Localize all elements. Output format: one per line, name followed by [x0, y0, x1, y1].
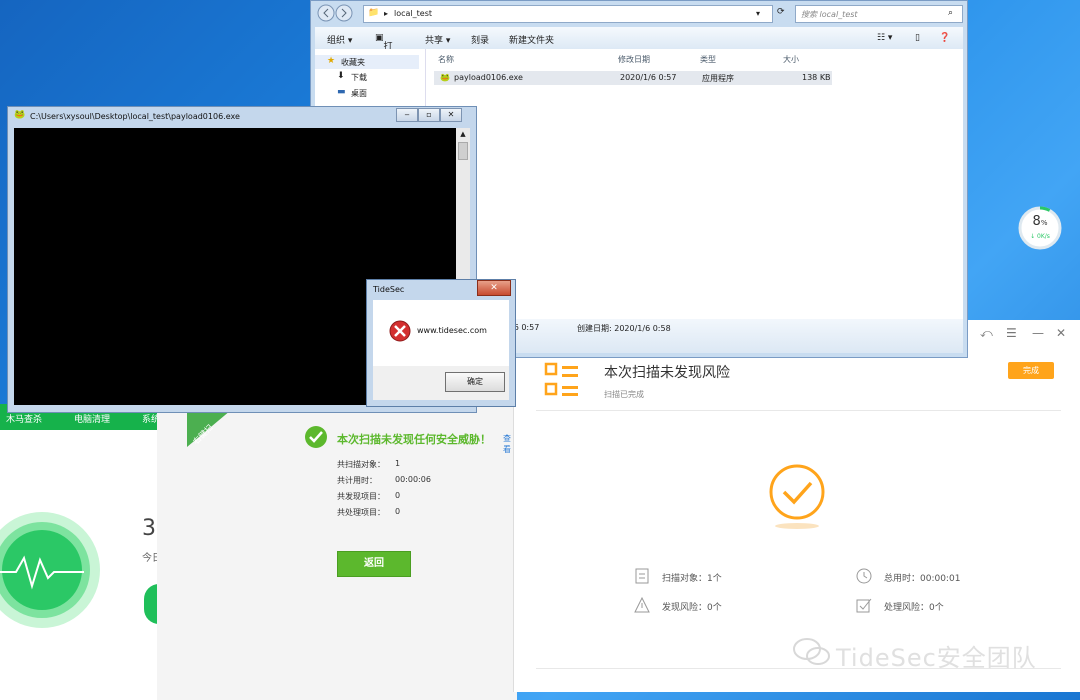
- menu-pc-clean[interactable]: 电脑清理: [74, 412, 110, 425]
- done-button[interactable]: 完成: [1008, 362, 1054, 379]
- scroll-up-icon[interactable]: ▲: [458, 130, 468, 140]
- divider: [536, 410, 1061, 411]
- close-icon[interactable]: ✕: [1056, 326, 1066, 340]
- net-speed: ↓ 0K/s: [1030, 233, 1050, 240]
- warning-icon: [634, 597, 650, 613]
- preview-pane-icon[interactable]: ▯: [915, 33, 920, 43]
- stat-found: 发现风险：0个: [634, 597, 722, 613]
- speed-gadget[interactable]: 8% ↓ 0K/s: [1018, 206, 1062, 250]
- edit-check-icon: [856, 598, 872, 613]
- scan-row-found: 共发现项目： 0: [337, 491, 401, 501]
- file-row[interactable]: 🐸 payload0106.exe 2020/1/6 0:57 应用程序 138…: [434, 71, 832, 85]
- column-size[interactable]: 大小: [783, 54, 799, 65]
- exe-icon: 🐸: [14, 110, 26, 120]
- watermark-text: TideSec安全团队: [836, 644, 1037, 672]
- error-icon: [389, 320, 411, 342]
- address-bar[interactable]: 📁 ▸ local_test ▾: [363, 5, 773, 23]
- clock-icon: [856, 568, 872, 584]
- open-button[interactable]: ▣ 打开: [375, 33, 393, 65]
- back-button[interactable]: 返回: [337, 551, 411, 577]
- stat-scanned: 扫描对象：1个: [635, 568, 722, 584]
- menu-icon[interactable]: ☰: [1006, 326, 1017, 340]
- minimize-button[interactable]: ‒: [396, 108, 418, 122]
- scan-row-handled: 共处理项目： 0: [337, 507, 401, 517]
- message-box: TideSec ✕ www.tidesec.com 确定: [366, 279, 516, 407]
- view-options-icon[interactable]: ☷ ▾: [877, 33, 892, 43]
- file-size: 138 KB: [802, 73, 831, 82]
- file-name: payload0106.exe: [454, 73, 523, 82]
- file-type: 应用程序: [702, 74, 734, 83]
- scan-row-time: 共计用时： 00:00:06: [337, 475, 431, 485]
- refresh-icon[interactable]: ⟳: [777, 7, 785, 17]
- details-created: 创建日期: 2020/1/6 0:58: [577, 324, 671, 333]
- success-check-icon: [305, 426, 327, 448]
- file-modified: 2020/1/6 0:57: [620, 73, 677, 82]
- msgbox-message: www.tidesec.com: [417, 326, 487, 335]
- organize-button[interactable]: 组织 ▾: [327, 33, 352, 46]
- new-folder-button[interactable]: 新建文件夹: [509, 33, 554, 46]
- explorer-toolbar: 组织 ▾ ▣ 打开 共享 ▾ 刻录 新建文件夹 ☷ ▾ ▯ ❓: [315, 27, 963, 65]
- help-icon[interactable]: ❓: [939, 33, 950, 43]
- msgbox-close-button[interactable]: ✕: [477, 280, 511, 296]
- column-name[interactable]: 名称: [438, 54, 454, 65]
- download-folder-icon: ⬇: [337, 71, 345, 81]
- msgbox-footer: 确定: [373, 366, 509, 400]
- share-button[interactable]: 共享 ▾: [425, 33, 450, 46]
- desktop-icon: ▬: [337, 87, 346, 97]
- cpu-percent: 8%: [1032, 214, 1048, 229]
- success-check-icon: [769, 464, 825, 529]
- document-icon: [635, 568, 649, 584]
- scroll-thumb[interactable]: [458, 142, 468, 160]
- msgbox-body: www.tidesec.com: [373, 300, 509, 366]
- context-scan-result-panel: 右键扫 本次扫描未发现任何安全威胁！ 查看 共扫描对象： 1 共计用时： 00:…: [157, 369, 517, 700]
- result-title: 本次扫描未发现风险: [604, 365, 730, 381]
- security-app-window: 木马查杀 电脑清理 系统 36 今日: [0, 404, 174, 700]
- stat-handled: 处理风险：0个: [856, 598, 944, 613]
- maximize-button[interactable]: ▫: [418, 108, 440, 122]
- console-title: C:\Users\xysoul\Desktop\local_test\paylo…: [30, 112, 240, 121]
- minimize-icon[interactable]: —: [1032, 326, 1044, 340]
- close-button[interactable]: ✕: [440, 108, 462, 122]
- exe-icon: 🐸: [440, 73, 450, 82]
- column-type[interactable]: 类型: [700, 54, 716, 65]
- breadcrumb-arrow-icon: ▸: [384, 9, 389, 18]
- address-path: local_test: [394, 9, 433, 18]
- back-forward-buttons[interactable]: [317, 4, 355, 22]
- wechat-icon: [793, 638, 830, 665]
- burn-button[interactable]: 刻录: [471, 33, 489, 46]
- folder-icon: 📁: [368, 8, 380, 18]
- scan-headline: 本次扫描未发现任何安全威胁！: [337, 433, 491, 446]
- column-modified[interactable]: 修改日期: [618, 54, 650, 65]
- scan-row-objects: 共扫描对象： 1: [337, 459, 401, 469]
- star-icon: ★: [327, 56, 336, 66]
- scan-list-icon: [544, 362, 578, 396]
- health-pulse-icon: [0, 512, 100, 628]
- nav-favorites[interactable]: ★ 收藏夹: [315, 55, 419, 69]
- ok-button[interactable]: 确定: [445, 372, 505, 392]
- search-icon[interactable]: ⌕: [948, 8, 953, 18]
- msgbox-title: TideSec: [373, 285, 405, 294]
- address-dropdown-icon[interactable]: ▾: [756, 9, 760, 18]
- result-subtitle: 扫描已完成: [604, 390, 644, 399]
- search-placeholder: 搜索 local_test: [801, 10, 858, 19]
- menu-trojan-scan[interactable]: 木马查杀: [6, 412, 42, 425]
- back-arrow-icon[interactable]: ⤺: [980, 326, 993, 341]
- search-box[interactable]: 搜索 local_test ⌕: [795, 5, 963, 23]
- stat-time: 总用时：00:00:01: [856, 568, 960, 584]
